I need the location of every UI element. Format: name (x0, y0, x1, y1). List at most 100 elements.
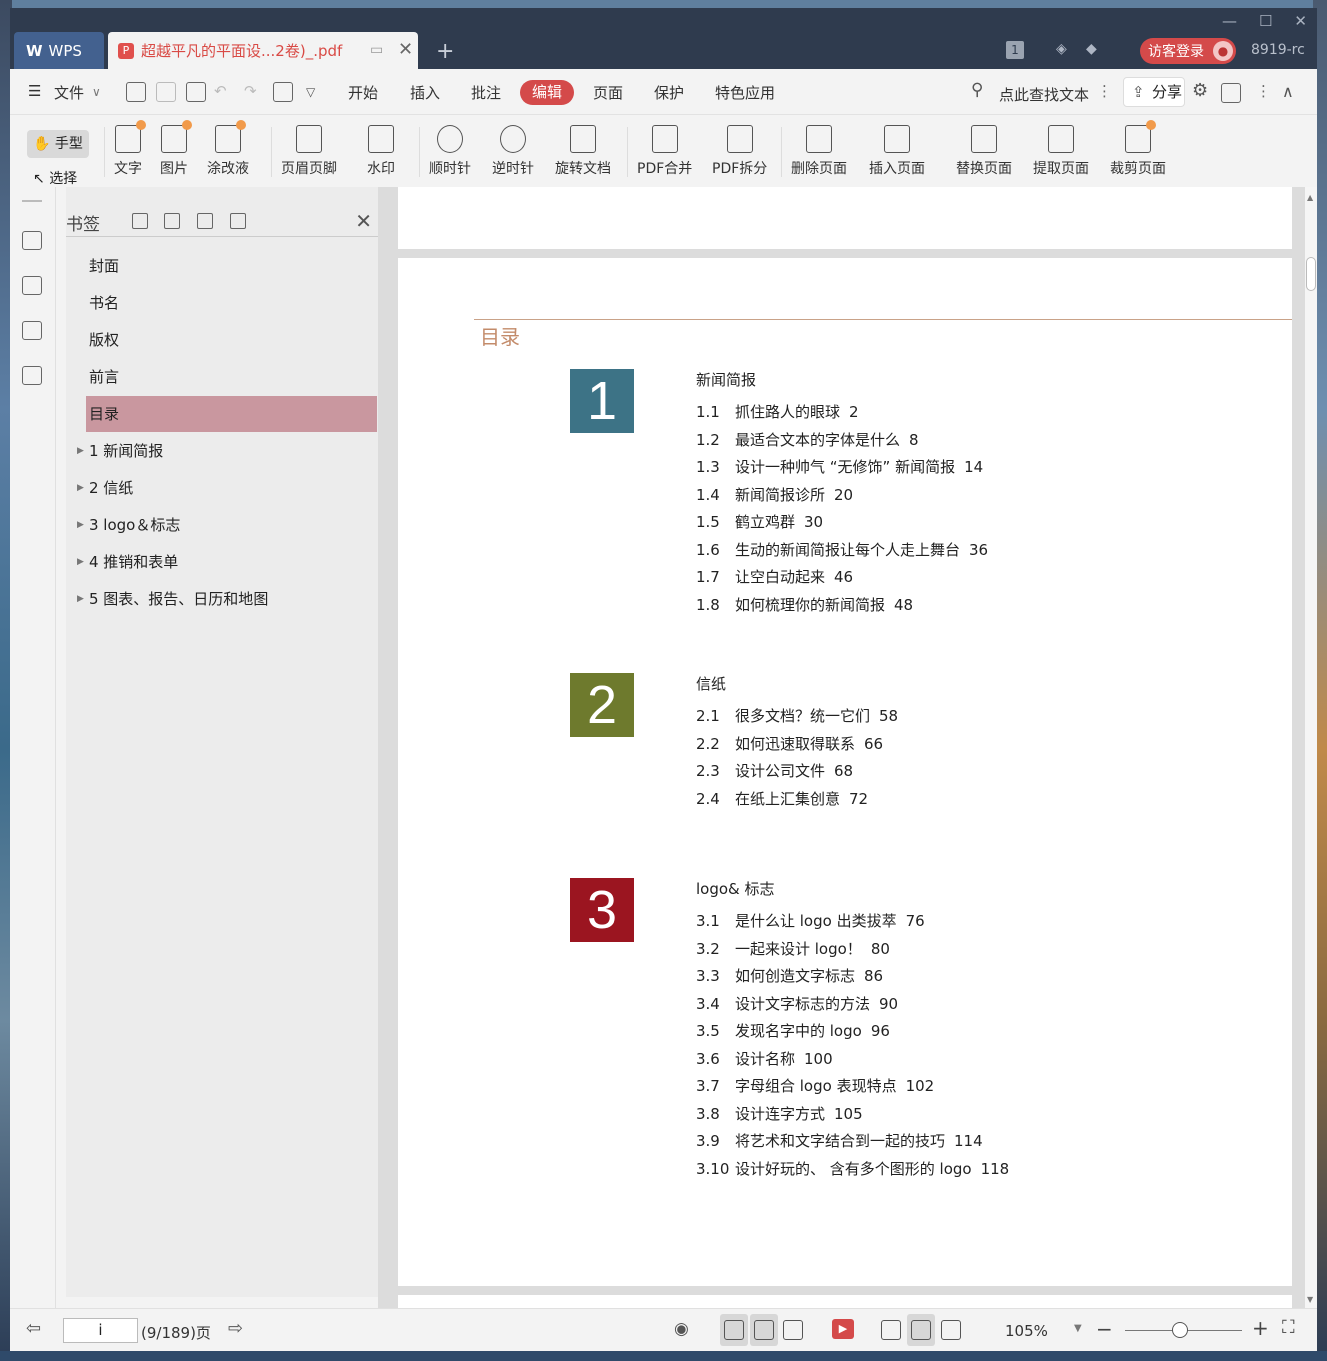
play-slideshow-icon[interactable]: ▶ (832, 1319, 854, 1339)
expand-arrow-icon[interactable]: ▶ (77, 507, 84, 543)
eye-protection-icon[interactable]: ◉ (674, 1319, 689, 1339)
skin-icon[interactable]: ◆ (1086, 41, 1097, 57)
more-options-icon[interactable]: ⋮ (1097, 82, 1112, 100)
two-page-icon[interactable] (783, 1320, 803, 1340)
zoom-level[interactable]: 105% (1005, 1322, 1048, 1340)
delete-page-button[interactable]: 删除页面 (791, 125, 847, 178)
next-page-arrow-icon[interactable]: ⇨ (228, 1318, 243, 1339)
pdf-merge-button[interactable]: PDF合并 (637, 125, 692, 178)
bookmark-item[interactable]: ▶ 3 logo＆标志 (77, 507, 377, 543)
minimize-icon[interactable]: — (1222, 12, 1237, 30)
bookmark-item[interactable]: 前言 (86, 359, 377, 395)
search-text-field[interactable]: 点此查找文本 (999, 84, 1089, 105)
share-button[interactable]: ⇪ 分享 (1123, 77, 1185, 107)
close-panel-icon[interactable]: ✕ (355, 209, 372, 233)
guest-login-button[interactable]: 访客登录 ● (1140, 38, 1236, 64)
bookmark-options-icon[interactable] (230, 213, 246, 229)
undo-icon[interactable]: ↶ (214, 82, 227, 100)
quick-access-more-icon[interactable]: ▽ (306, 85, 315, 99)
crop-page-button[interactable]: 裁剪页面 (1110, 120, 1166, 178)
bookmark-item[interactable]: 书名 (86, 285, 377, 321)
bookmark-item[interactable]: 封面 (86, 248, 377, 284)
select-tool-button[interactable]: ↖ 选择 (33, 168, 77, 188)
replace-page-button[interactable]: 替换页面 (956, 125, 1012, 178)
watermark-button[interactable]: 水印 (367, 125, 395, 178)
continuous-page-icon[interactable] (724, 1320, 744, 1340)
wps-home-tab[interactable]: W WPS (14, 32, 104, 69)
bookmark-list-icon[interactable] (22, 231, 42, 250)
rotate-counterclockwise-button[interactable]: 逆时针 (492, 125, 534, 178)
header-footer-button[interactable]: 页眉页脚 (281, 125, 337, 178)
close-tab-icon[interactable]: ✕ (398, 39, 413, 60)
open-folder-icon[interactable] (126, 82, 146, 102)
insert-page-button[interactable]: 插入页面 (869, 125, 925, 178)
vertical-scrollbar[interactable]: ▲ ▼ (1305, 187, 1317, 1308)
menu-page[interactable]: 页面 (593, 82, 623, 103)
single-page-icon[interactable] (754, 1320, 774, 1340)
export-icon[interactable] (273, 82, 293, 102)
scroll-down-icon[interactable]: ▼ (1307, 1295, 1313, 1304)
close-window-icon[interactable]: ✕ (1294, 12, 1307, 30)
document-tab[interactable]: P 超越平凡的平面设...2卷)_.pdf ▭ ✕ (108, 32, 418, 69)
extract-page-button[interactable]: 提取页面 (1033, 125, 1089, 178)
sync-icon[interactable]: ◈ (1056, 41, 1067, 57)
bookmark-item[interactable]: ▶ 5 图表、报告、日历和地图 (77, 581, 377, 617)
image-tool-button[interactable]: 图片 (160, 120, 192, 178)
hamburger-icon[interactable]: ☰ (28, 82, 41, 100)
bookmark-item[interactable]: ▶ 2 信纸 (77, 470, 377, 506)
menu-edit[interactable]: 编辑 (520, 80, 574, 105)
new-tab-plus-icon[interactable]: + (436, 39, 454, 64)
zoom-out-icon[interactable]: − (1096, 1317, 1113, 1341)
expand-arrow-icon[interactable]: ▶ (77, 470, 84, 506)
expand-arrow-icon[interactable]: ▶ (77, 581, 84, 617)
zoom-dropdown-chevron-icon[interactable]: ▼ (1074, 1323, 1082, 1334)
annotation-icon[interactable] (22, 321, 42, 340)
settings-gear-icon[interactable]: ⚙ (1192, 80, 1208, 101)
bookmark-item[interactable]: ▶ 4 推销和表单 (77, 544, 377, 580)
bookmark-item[interactable]: ▶ 1 新闻简报 (77, 433, 377, 469)
file-chevron-down-icon[interactable]: ∨ (92, 85, 101, 99)
comment-icon[interactable] (1221, 83, 1241, 103)
print-icon[interactable] (186, 82, 206, 102)
menu-start[interactable]: 开始 (348, 82, 378, 103)
menu-insert[interactable]: 插入 (410, 82, 440, 103)
zoom-in-icon[interactable]: + (1252, 1316, 1269, 1340)
search-icon[interactable]: ⚲ (971, 80, 983, 100)
text-tool-button[interactable]: 文字 (114, 120, 146, 178)
expand-arrow-icon[interactable]: ▶ (77, 433, 84, 469)
thumbnail-icon[interactable] (22, 276, 42, 295)
fit-width-icon[interactable] (941, 1320, 961, 1340)
menu-special-apps[interactable]: 特色应用 (715, 82, 775, 103)
bookmark-item[interactable]: 目录 (86, 396, 377, 432)
rotate-document-button[interactable]: 旋转文档 (555, 125, 611, 178)
menu-annotate[interactable]: 批注 (471, 82, 501, 103)
expand-arrow-icon[interactable]: ▶ (77, 544, 84, 580)
pdf-split-button[interactable]: PDF拆分 (712, 125, 767, 178)
save-icon[interactable] (156, 82, 176, 102)
hand-tool-button[interactable]: ✋ 手型 (27, 130, 89, 158)
document-viewport[interactable]: 目录 1 新闻简报 1.1 抓住路人的眼球 2 1.2 最适合文本的字体是什么 8 1.3 设计一… (378, 187, 1305, 1308)
scroll-thumb[interactable] (1306, 257, 1316, 291)
monitor-icon[interactable]: ▭ (370, 42, 383, 58)
collapse-all-icon[interactable] (164, 213, 180, 229)
fullscreen-icon[interactable]: ⛶ (1282, 1317, 1295, 1338)
fit-page-icon[interactable] (911, 1320, 931, 1340)
bookmark-item[interactable]: 版权 (86, 322, 377, 358)
expand-all-icon[interactable] (132, 213, 148, 229)
maximize-icon[interactable]: ☐ (1259, 12, 1272, 30)
signature-icon[interactable] (22, 366, 42, 385)
actual-size-icon[interactable] (881, 1320, 901, 1340)
page-number-input[interactable]: i (63, 1318, 138, 1343)
more-vertical-icon[interactable]: ⋮ (1256, 82, 1271, 100)
menu-file[interactable]: 文件 (54, 82, 84, 103)
whiteout-tool-button[interactable]: 涂改液 (207, 120, 249, 178)
menu-protect[interactable]: 保护 (654, 82, 684, 103)
drag-handle[interactable] (22, 200, 42, 202)
prev-page-arrow-icon[interactable]: ⇦ (26, 1318, 41, 1339)
collapse-ribbon-chevron-up-icon[interactable]: ∧ (1282, 82, 1294, 101)
window-count-badge[interactable]: 1 (1006, 41, 1024, 59)
scroll-up-icon[interactable]: ▲ (1307, 193, 1313, 202)
rotate-clockwise-button[interactable]: 顺时针 (429, 125, 471, 178)
zoom-slider-knob[interactable] (1172, 1322, 1188, 1338)
add-bookmark-icon[interactable] (197, 213, 213, 229)
